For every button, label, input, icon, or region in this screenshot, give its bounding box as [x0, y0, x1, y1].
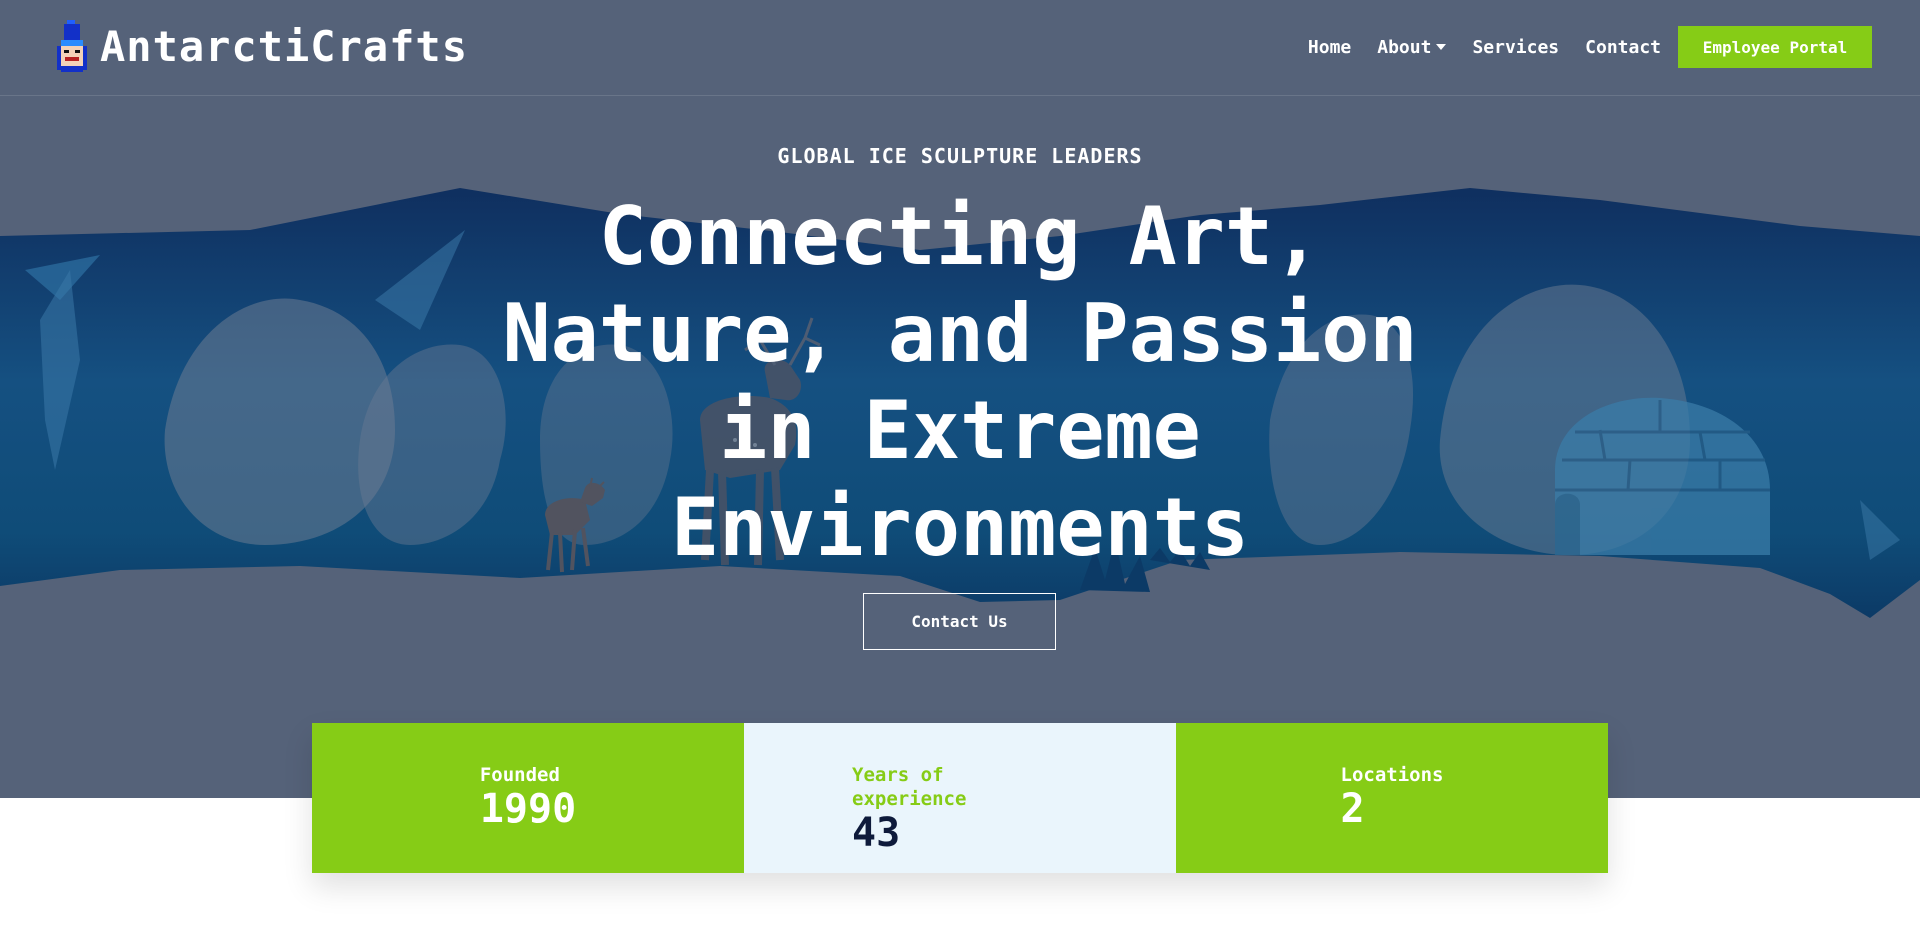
brand-name: AntarctiCrafts	[100, 21, 469, 71]
stat-value: 43	[852, 810, 901, 856]
nav-about-dropdown[interactable]: About	[1364, 37, 1459, 58]
nav-services[interactable]: Services	[1459, 37, 1572, 58]
nav-contact[interactable]: Contact	[1572, 37, 1674, 58]
stat-locations: Locations 2	[1176, 723, 1608, 873]
hero-eyebrow: GLOBAL ICE SCULPTURE LEADERS	[777, 144, 1143, 168]
top-navbar: AntarctiCrafts Home About Services Conta…	[0, 0, 1920, 96]
brand-link[interactable]: AntarctiCrafts	[54, 16, 468, 76]
stat-experience: Years of experience 43	[744, 723, 1176, 873]
contact-us-button[interactable]: Contact Us	[863, 593, 1056, 650]
caret-down-icon	[1436, 44, 1447, 50]
stat-value: 1990	[479, 786, 577, 832]
stat-label: Locations	[1340, 764, 1444, 786]
stat-label: Founded	[479, 764, 560, 786]
stat-founded: Founded 1990	[312, 723, 744, 873]
stats-bar: Founded 1990 Years of experience 43 Loca…	[312, 723, 1608, 873]
nutcracker-logo-icon	[57, 20, 87, 72]
stat-label: Years of experience	[852, 764, 967, 810]
nav-home[interactable]: Home	[1295, 37, 1364, 58]
employee-portal-button[interactable]: Employee Portal	[1678, 26, 1872, 68]
hero-headline: Connecting Art, Nature, and Passion in E…	[502, 190, 1418, 574]
hero-section: AntarctiCrafts Home About Services Conta…	[0, 0, 1920, 798]
nav-about-label: About	[1377, 36, 1432, 58]
nav-links: Home About Services Contact Employee Por…	[1295, 26, 1872, 68]
stat-value: 2	[1340, 786, 1365, 832]
